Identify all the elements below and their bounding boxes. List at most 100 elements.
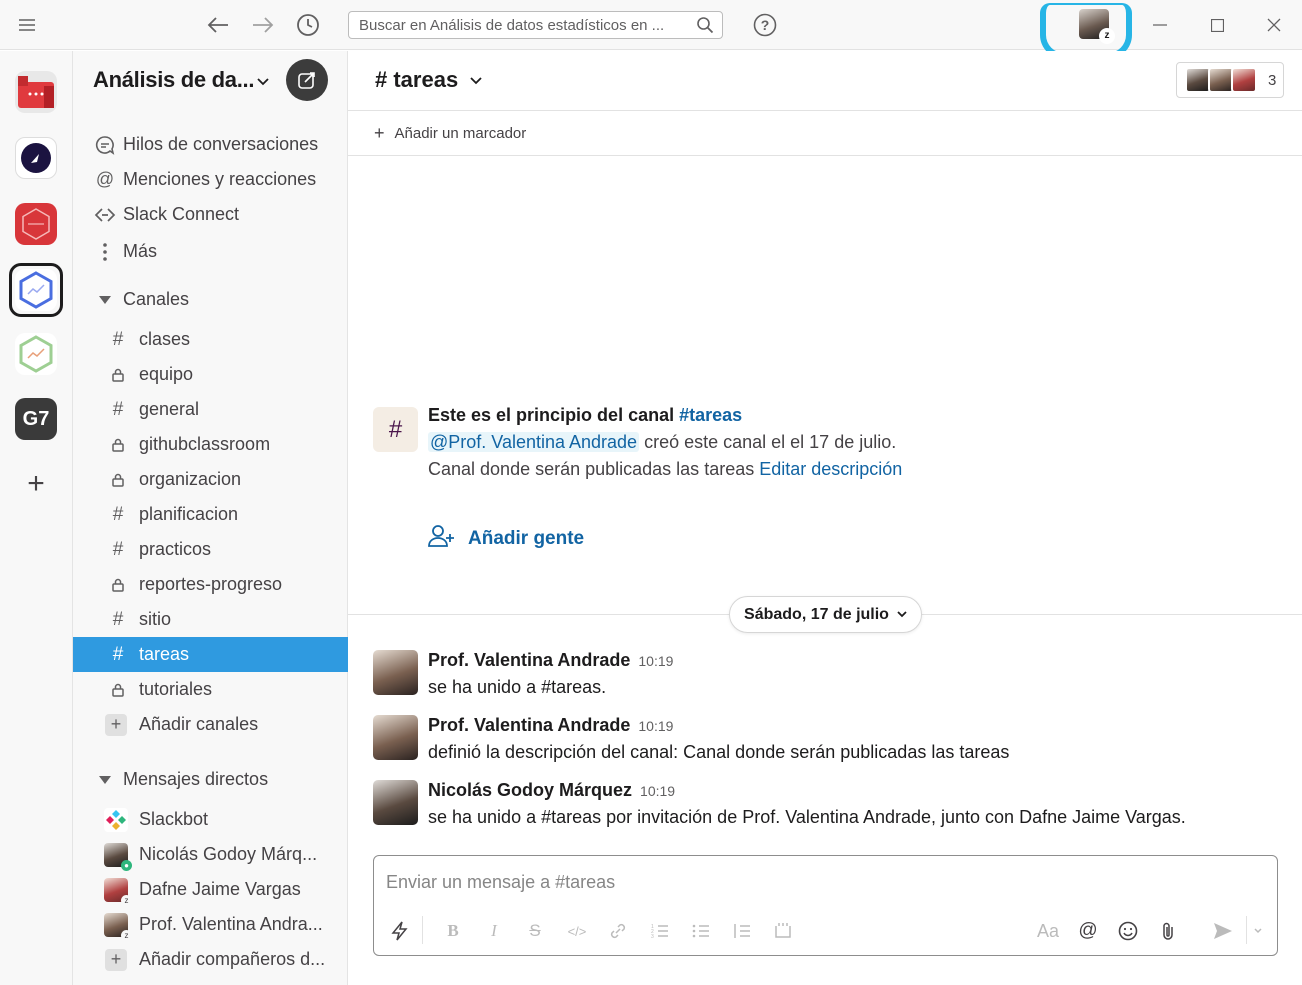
sidebar-item-channel[interactable]: # sitio	[73, 602, 348, 637]
ordered-list-icon[interactable]: 123	[648, 918, 672, 944]
channel-name: organizacion	[139, 469, 242, 489]
connect-icon	[93, 207, 117, 223]
channel-link[interactable]: #tareas	[679, 405, 742, 425]
workspace-name[interactable]: Análisis de da...	[93, 67, 254, 93]
sidebar-item-threads[interactable]: Hilos de conversaciones	[73, 127, 348, 162]
compose-icon	[298, 72, 315, 89]
hash-icon: #	[112, 398, 124, 420]
code-icon[interactable]: </>	[565, 918, 589, 944]
italic-icon[interactable]: I	[483, 918, 505, 944]
workspace-icon-g7[interactable]: G7	[15, 398, 57, 440]
chevron-down-icon[interactable]	[257, 73, 269, 91]
user-avatar[interactable]: z	[1079, 9, 1115, 44]
sidebar-item-channel[interactable]: # general	[73, 392, 348, 427]
author-name[interactable]: Nicolás Godoy Márquez	[428, 780, 632, 800]
message-time[interactable]: 10:19	[640, 783, 675, 799]
channel-title-button[interactable]: # tareas	[375, 67, 482, 93]
sidebar-item-channel-active[interactable]: # tareas	[73, 637, 348, 672]
message-author[interactable]: Prof. Valentina Andrade 10:19	[428, 715, 673, 736]
workspace-icon-2[interactable]	[15, 137, 57, 179]
author-name[interactable]: Prof. Valentina Andrade	[428, 650, 630, 670]
channel-name: equipo	[139, 364, 194, 384]
workspace-icon-1[interactable]	[15, 71, 57, 113]
add-bookmark-button[interactable]: + Añadir un marcador	[348, 111, 1302, 156]
bulleted-list-icon[interactable]	[689, 918, 713, 944]
members-button[interactable]: 3	[1176, 62, 1284, 98]
help-icon[interactable]: ?	[751, 0, 779, 50]
sidebar-item-channel[interactable]: organizacion	[73, 462, 348, 497]
close-icon[interactable]	[1262, 0, 1286, 50]
sidebar-item-channel[interactable]: githubclassroom	[73, 427, 348, 462]
add-people-button[interactable]: Añadir gente	[428, 524, 584, 554]
workspace-icon-5[interactable]	[15, 333, 57, 375]
sidebar-item-channel[interactable]: # planificacion	[73, 497, 348, 532]
compose-button[interactable]	[286, 59, 328, 101]
sidebar-item-more[interactable]: Más	[73, 234, 348, 269]
message-avatar[interactable]	[373, 780, 418, 825]
message-item[interactable]: Prof. Valentina Andrade 10:19 se ha unido…	[373, 650, 1273, 710]
message-author[interactable]: Prof. Valentina Andrade 10:19	[428, 650, 673, 671]
date-divider-button[interactable]: Sábado, 17 de julio	[729, 596, 922, 633]
sidebar-item-channel[interactable]: tutoriales	[73, 672, 348, 707]
edit-description-link[interactable]: Editar descripción	[759, 459, 902, 479]
channel-title: # tareas	[375, 67, 459, 92]
strikethrough-icon[interactable]: S	[524, 918, 546, 944]
sidebar-item-channel[interactable]: reportes-progreso	[73, 567, 348, 602]
workspace-icon-3[interactable]	[15, 203, 57, 245]
back-arrow-icon[interactable]	[203, 0, 233, 50]
blockquote-icon[interactable]	[730, 918, 754, 944]
maximize-icon[interactable]	[1205, 0, 1229, 50]
toolbar-separator	[422, 916, 423, 944]
message-author[interactable]: Nicolás Godoy Márquez 10:19	[428, 780, 675, 801]
message-time[interactable]: 10:19	[638, 653, 673, 669]
sidebar-item-channel[interactable]: # practicos	[73, 532, 348, 567]
message-avatar[interactable]	[373, 650, 418, 695]
message-item[interactable]: Nicolás Godoy Márquez 10:19 se ha unido a…	[373, 780, 1273, 840]
author-name[interactable]: Prof. Valentina Andrade	[428, 715, 630, 735]
message-composer[interactable]: Enviar un mensaje a #tareas B I S </> 12…	[373, 855, 1278, 956]
lock-icon	[106, 368, 130, 382]
send-icon[interactable]	[1210, 918, 1236, 944]
add-workspace-button[interactable]: +	[15, 463, 57, 505]
created-text: creó este canal el el 17 de julio.	[639, 432, 897, 452]
mention-icon[interactable]: @	[1076, 918, 1100, 944]
add-channels-button[interactable]: + Añadir canales	[73, 707, 348, 742]
code-block-icon[interactable]	[771, 918, 795, 944]
attachment-icon[interactable]	[1156, 918, 1180, 944]
sidebar-item-dm[interactable]: Slackbot	[73, 802, 348, 837]
date-label: Sábado, 17 de julio	[744, 605, 889, 623]
message-time[interactable]: 10:19	[638, 718, 673, 734]
sidebar-item-dm[interactable]: ● Nicolás Godoy Márq...	[73, 837, 348, 872]
member-avatar	[1231, 67, 1257, 93]
formatting-toggle-icon[interactable]: Aa	[1035, 918, 1061, 944]
add-teammates-button[interactable]: + Añadir compañeros d...	[73, 942, 348, 977]
channel-name: practicos	[139, 539, 212, 559]
minimize-icon[interactable]	[1148, 0, 1172, 50]
channel-name: tutoriales	[139, 679, 213, 699]
workspace-header[interactable]: Análisis de da...	[73, 51, 348, 109]
emoji-icon[interactable]	[1116, 918, 1140, 944]
bold-icon[interactable]: B	[442, 918, 464, 944]
workspace-icon-analisis[interactable]	[15, 269, 57, 311]
toolbar-separator	[1246, 916, 1247, 944]
message-avatar[interactable]	[373, 715, 418, 760]
sidebar-item-channel[interactable]: # clases	[73, 322, 348, 357]
sidebar-item-dm[interactable]: z Prof. Valentina Andra...	[73, 907, 348, 942]
history-icon[interactable]	[293, 0, 323, 50]
dm-section-header[interactable]: Mensajes directos	[73, 762, 348, 797]
search-input[interactable]: Buscar en Análisis de datos estadísticos…	[348, 11, 723, 39]
forward-arrow-icon[interactable]	[248, 0, 278, 50]
link-icon[interactable]	[606, 918, 630, 944]
hamburger-icon[interactable]	[14, 0, 40, 50]
sidebar-item-mentions[interactable]: @ Menciones y reacciones	[73, 162, 348, 197]
sidebar-item-slack-connect[interactable]: Slack Connect	[73, 197, 348, 232]
creator-mention[interactable]: @Prof. Valentina Andrade	[428, 432, 640, 452]
shortcuts-icon[interactable]	[388, 918, 412, 944]
channel-hash-icon: #	[373, 407, 418, 452]
dm-name: Nicolás Godoy Márq...	[139, 844, 318, 864]
send-options-chevron-icon[interactable]	[1250, 918, 1266, 944]
sidebar-item-channel[interactable]: equipo	[73, 357, 348, 392]
message-item[interactable]: Prof. Valentina Andrade 10:19 definió la …	[373, 715, 1273, 775]
sidebar-item-dm[interactable]: z Dafne Jaime Vargas	[73, 872, 348, 907]
channels-section-header[interactable]: Canales	[73, 282, 348, 317]
